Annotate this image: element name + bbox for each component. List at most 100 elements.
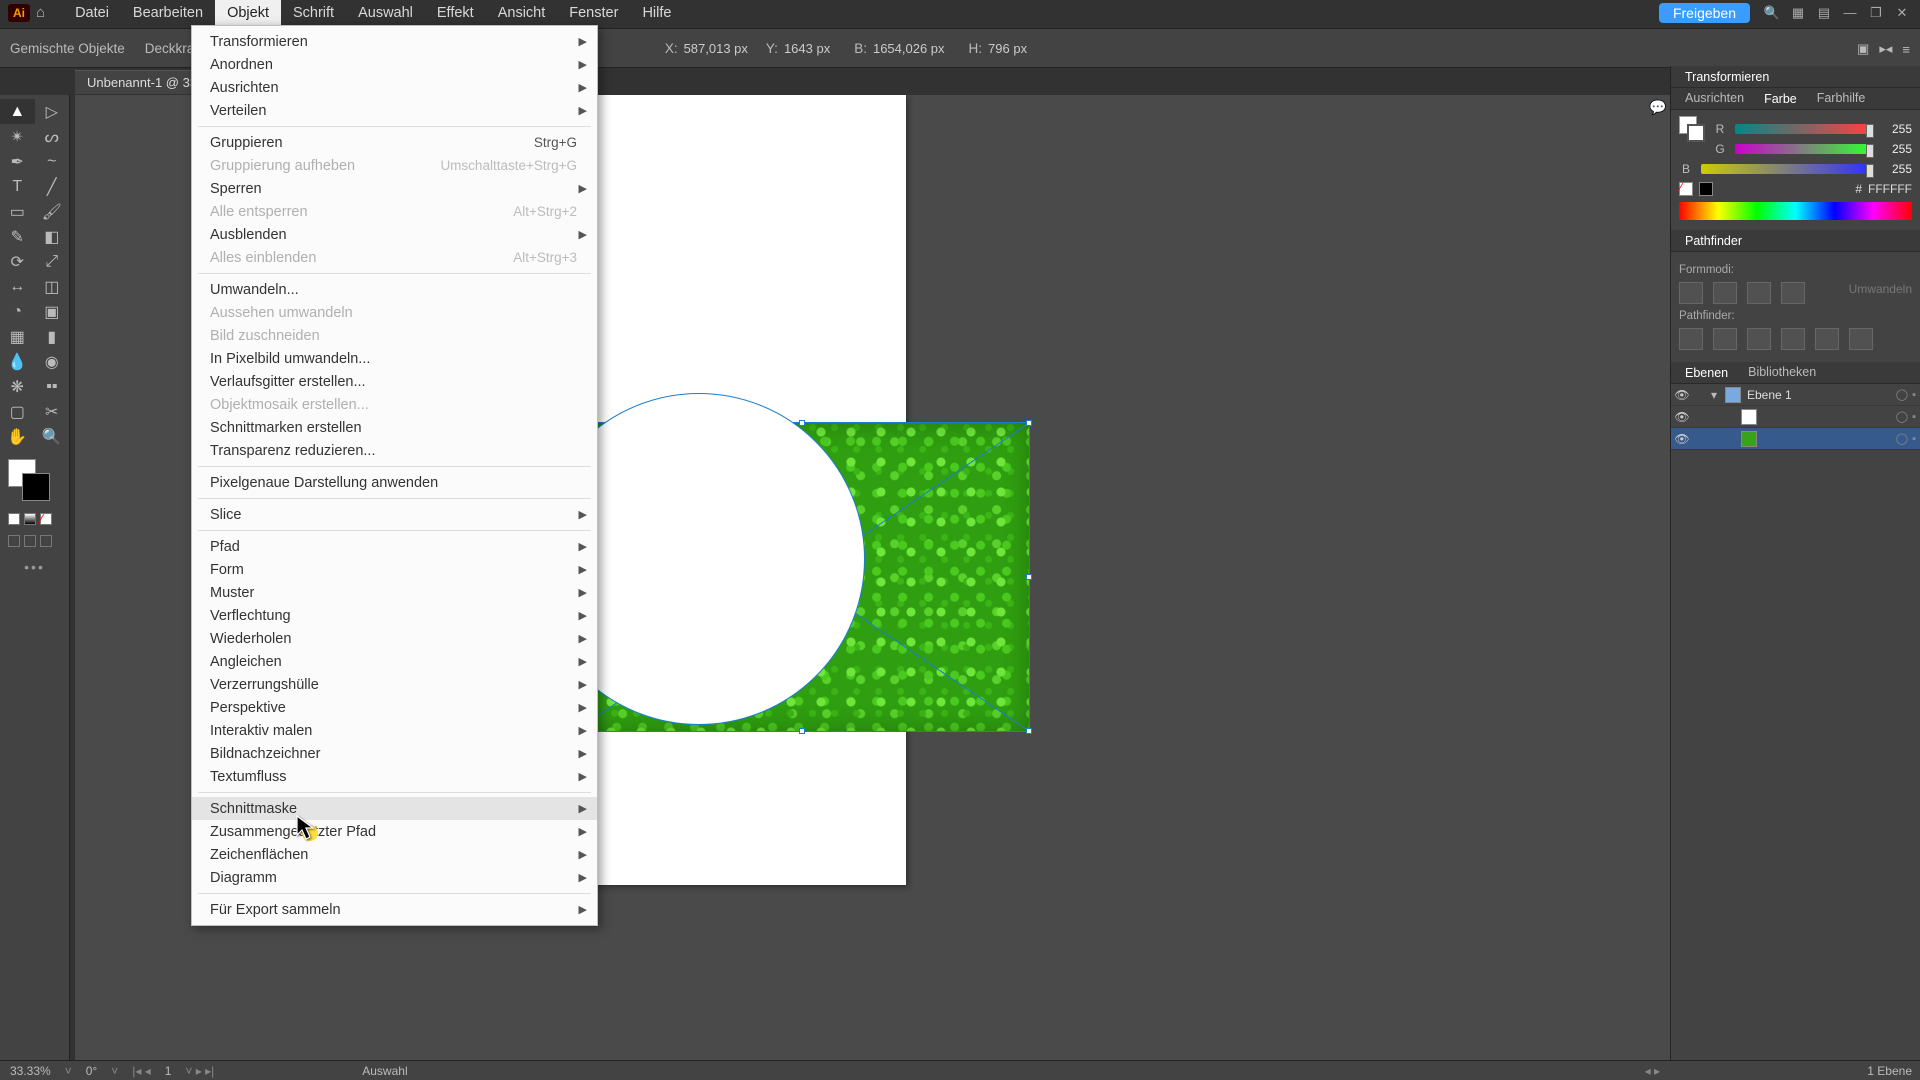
zoom-tool[interactable]: 🔍 (35, 424, 70, 449)
minus-back-button[interactable] (1849, 328, 1873, 350)
menu-item-schnittmarken-erstellen[interactable]: Schnittmarken erstellen (192, 416, 597, 439)
shape-builder-tool[interactable]: ◔ (0, 299, 35, 324)
menu-item-textumfluss[interactable]: Textumfluss▶ (192, 765, 597, 788)
menu-item-perspektive[interactable]: Perspektive▶ (192, 696, 597, 719)
menu-item-verflechtung[interactable]: Verflechtung▶ (192, 604, 597, 627)
graph-tool[interactable]: ▪▪ (35, 374, 70, 399)
hand-tool[interactable]: ✋ (0, 424, 35, 449)
h-value[interactable]: 796 px (988, 41, 1027, 56)
menu-item-bildnachzeichner[interactable]: Bildnachzeichner▶ (192, 742, 597, 765)
menu-item-ausblenden[interactable]: Ausblenden▶ (192, 223, 597, 246)
fill-stroke-swatch[interactable] (0, 459, 69, 509)
r-slider[interactable] (1735, 124, 1870, 134)
menu-item-transparenz-reduzieren-[interactable]: Transparenz reduzieren... (192, 439, 597, 462)
menu-item-gruppieren[interactable]: GruppierenStrg+G (192, 131, 597, 154)
menu-item-diagramm[interactable]: Diagramm▶ (192, 866, 597, 889)
target-icon[interactable]: ◯ (1896, 432, 1908, 445)
stroke-preview[interactable] (1687, 124, 1705, 142)
scale-tool[interactable]: ⤢ (35, 249, 70, 274)
color-guide-panel-tab[interactable]: Farbhilfe (1807, 88, 1876, 110)
menu-item-zusammengesetzter-pfad[interactable]: Zusammengesetzter Pfad▶ (192, 820, 597, 843)
menu-item-sperren[interactable]: Sperren▶ (192, 177, 597, 200)
b-slider-value[interactable]: 255 (1878, 162, 1912, 176)
menu-item-angleichen[interactable]: Angleichen▶ (192, 650, 597, 673)
x-value[interactable]: 587,013 px (684, 41, 748, 56)
transform-panel-tab[interactable]: Transformieren (1675, 67, 1779, 87)
menu-auswahl[interactable]: Auswahl (346, 0, 425, 25)
outline-button[interactable] (1815, 328, 1839, 350)
menu-item-in-pixelbild-umwandeln-[interactable]: In Pixelbild umwandeln... (192, 347, 597, 370)
menu-item-zeichenfl-chen[interactable]: Zeichenflächen▶ (192, 843, 597, 866)
exclude-button[interactable] (1781, 282, 1805, 304)
menu-fenster[interactable]: Fenster (557, 0, 630, 25)
eyedropper-tool[interactable]: 💧 (0, 349, 35, 374)
minus-front-button[interactable] (1713, 282, 1737, 304)
visibility-icon[interactable]: 👁 (1671, 432, 1693, 446)
visibility-icon[interactable]: 👁 (1671, 410, 1693, 424)
slice-tool[interactable]: ✂ (35, 399, 70, 424)
magic-wand-tool[interactable]: ✴ (0, 124, 35, 149)
arrange-icon[interactable]: ▦ (1786, 5, 1810, 21)
minimize-button[interactable]: — (1838, 5, 1862, 20)
menu-item-verzerrungsh-lle[interactable]: Verzerrungshülle▶ (192, 673, 597, 696)
isolate-icon[interactable]: ▸◂ (1879, 41, 1892, 57)
panel-toggle-icon[interactable]: ▣ (1857, 41, 1869, 57)
layer-row[interactable]: 👁◯▪ (1671, 428, 1920, 450)
menu-hilfe[interactable]: Hilfe (630, 0, 683, 25)
width-tool[interactable]: ↔ (0, 274, 35, 299)
divide-button[interactable] (1679, 328, 1703, 350)
b-slider[interactable] (1701, 164, 1870, 174)
edit-toolbar-icon[interactable]: ••• (0, 559, 69, 575)
selection-handle[interactable] (1026, 420, 1032, 426)
target-icon[interactable]: ◯ (1896, 388, 1908, 401)
menu-schrift[interactable]: Schrift (281, 0, 346, 25)
menu-item-ausrichten[interactable]: Ausrichten▶ (192, 76, 597, 99)
blend-tool[interactable]: ◉ (35, 349, 70, 374)
menu-item-muster[interactable]: Muster▶ (192, 581, 597, 604)
rotate-value[interactable]: 0° (86, 1064, 97, 1078)
home-icon[interactable]: ⌂ (36, 4, 45, 21)
crop-button[interactable] (1781, 328, 1805, 350)
menu-objekt[interactable]: Objekt (215, 0, 281, 25)
menu-item-f-r-export-sammeln[interactable]: Für Export sammeln▶ (192, 898, 597, 921)
menu-item-form[interactable]: Form▶ (192, 558, 597, 581)
color-mode-icon[interactable] (8, 513, 20, 525)
none-swatch-icon[interactable]: ∕ (1679, 182, 1693, 196)
layers-panel-tab[interactable]: Ebenen (1675, 363, 1738, 383)
artboard-tool[interactable]: ▢ (0, 399, 35, 424)
select-indicator[interactable]: ▪ (1912, 411, 1916, 423)
selection-handle[interactable] (1026, 728, 1032, 734)
menu-item-transformieren[interactable]: Transformieren▶ (192, 30, 597, 53)
direct-selection-tool[interactable]: ▷ (35, 99, 70, 124)
y-value[interactable]: 1643 px (784, 41, 830, 56)
menu-item-slice[interactable]: Slice▶ (192, 503, 597, 526)
menu-datei[interactable]: Datei (63, 0, 121, 25)
brush-tool[interactable]: 🖌 (35, 199, 70, 224)
chevron-down-icon[interactable]: ▾ (1711, 388, 1725, 402)
selection-handle[interactable] (799, 420, 805, 426)
panel-menu-icon[interactable]: ≡ (1902, 42, 1910, 57)
libraries-panel-tab[interactable]: Bibliotheken (1738, 362, 1826, 384)
rotate-tool[interactable]: ⟳ (0, 249, 35, 274)
lasso-tool[interactable]: ᔕ (35, 124, 70, 149)
menu-item-interaktiv-malen[interactable]: Interaktiv malen▶ (192, 719, 597, 742)
menu-item-pixelgenaue-darstellung-anwenden[interactable]: Pixelgenaue Darstellung anwenden (192, 471, 597, 494)
layer-row[interactable]: 👁◯▪ (1671, 406, 1920, 428)
artboard-nav[interactable]: 1 (165, 1064, 172, 1078)
selection-handle[interactable] (1026, 574, 1032, 580)
selection-tool[interactable]: ▲ (0, 99, 35, 124)
hex-value[interactable]: FFFFFF (1868, 182, 1912, 196)
search-icon[interactable]: 🔍 (1760, 5, 1784, 21)
menu-item-umwandeln-[interactable]: Umwandeln... (192, 278, 597, 301)
draw-normal-icon[interactable] (8, 535, 20, 547)
trim-button[interactable] (1713, 328, 1737, 350)
restore-button[interactable]: ❐ (1864, 5, 1888, 21)
g-slider[interactable] (1735, 144, 1870, 154)
pen-tool[interactable]: ✒ (0, 149, 35, 174)
layer-name[interactable]: Ebene 1 (1747, 388, 1896, 402)
draw-behind-icon[interactable] (24, 535, 36, 547)
pathfinder-panel-tab[interactable]: Pathfinder (1675, 231, 1752, 251)
menu-item-anordnen[interactable]: Anordnen▶ (192, 53, 597, 76)
color-panel-tab[interactable]: Farbe (1754, 89, 1807, 109)
menu-item-schnittmaske[interactable]: Schnittmaske▶ (192, 797, 597, 820)
